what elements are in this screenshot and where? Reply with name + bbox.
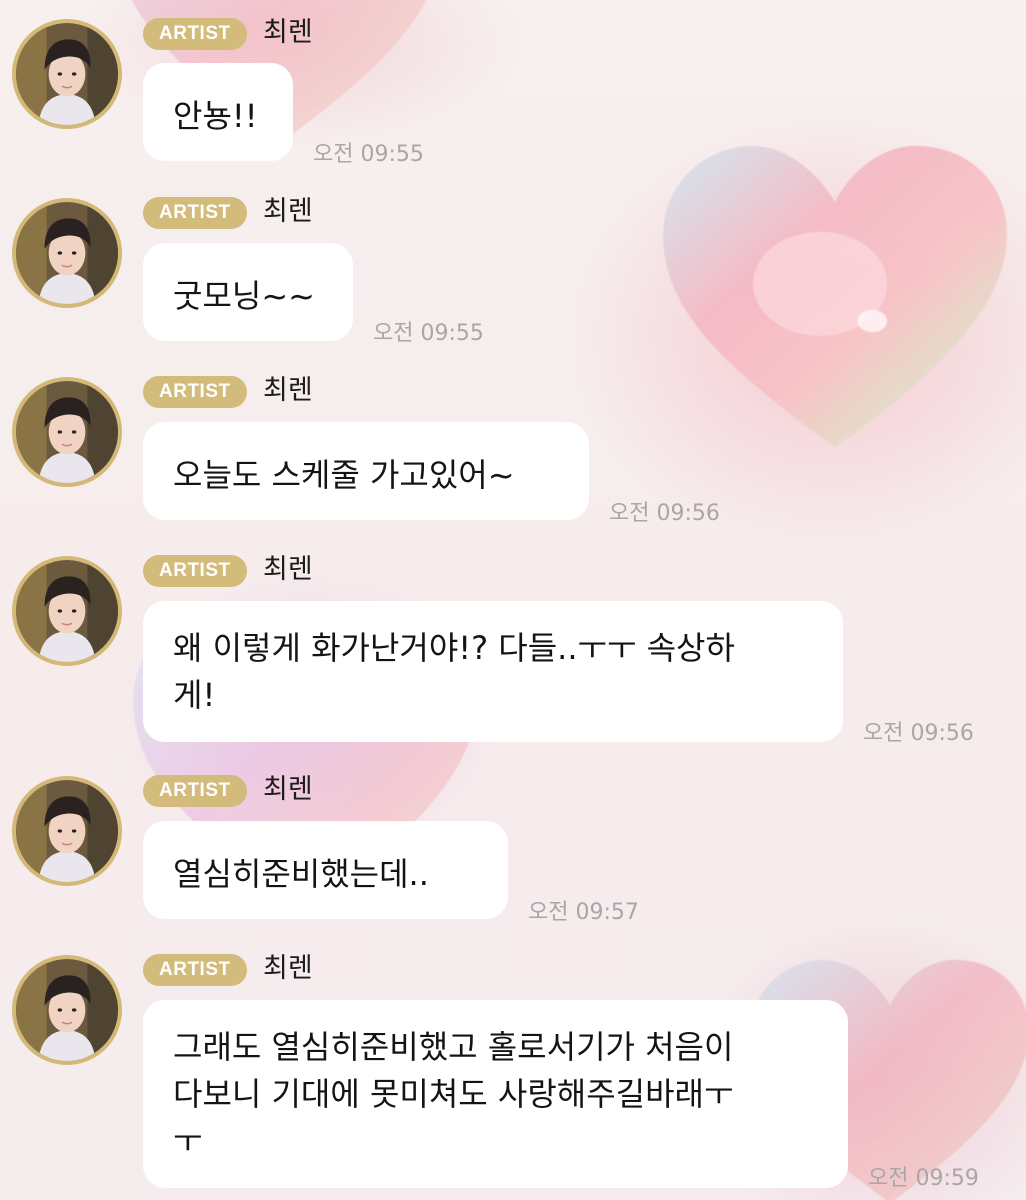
message-bubble[interactable]: 그래도 열심히준비했고 홀로서기가 처음이 다보니 기대에 못미쳐도 사랑해주길… xyxy=(143,1000,848,1188)
message-text: 열심히준비했는데.. xyxy=(173,855,429,893)
artist-avatar-photo xyxy=(16,560,118,662)
message-text: 안뇽!! xyxy=(173,97,258,135)
avatar[interactable] xyxy=(12,377,122,487)
timestamp: 오전 09:56 xyxy=(609,501,720,526)
message-bubble[interactable]: 오늘도 스케줄 가고있어~ xyxy=(143,422,589,520)
artist-avatar-photo xyxy=(16,959,118,1061)
avatar[interactable] xyxy=(12,198,122,308)
message-bubble[interactable]: 왜 이렇게 화가난거야!? 다들..ㅜㅜ 속상하 게! xyxy=(143,601,843,742)
artist-avatar-photo xyxy=(16,23,118,125)
message-text: 다보니 기대에 못미쳐도 사랑해주길바래ㅜ xyxy=(173,1075,734,1113)
message-bubble[interactable]: 열심히준비했는데.. xyxy=(143,821,508,919)
message-text: 왜 이렇게 화가난거야!? 다들..ㅜㅜ 속상하 xyxy=(173,629,735,667)
sender-name: 최렌 xyxy=(263,554,313,585)
timestamp: 오전 09:55 xyxy=(313,142,424,167)
message-text: 그래도 열심히준비했고 홀로서기가 처음이 xyxy=(173,1028,734,1066)
avatar[interactable] xyxy=(12,776,122,886)
avatar[interactable] xyxy=(12,556,122,666)
artist-avatar-photo xyxy=(16,381,118,483)
artist-badge: ARTIST xyxy=(143,954,247,986)
sender-name: 최렌 xyxy=(263,17,313,48)
message-text: ㅜ xyxy=(173,1122,203,1160)
artist-avatar-photo xyxy=(16,202,118,304)
iridescent-heart-icon xyxy=(663,145,1007,448)
message-text: 오늘도 스케줄 가고있어~ xyxy=(173,456,515,494)
sender-name: 최렌 xyxy=(263,375,313,406)
artist-badge: ARTIST xyxy=(143,376,247,408)
timestamp: 오전 09:55 xyxy=(373,321,484,346)
artist-badge: ARTIST xyxy=(143,555,247,587)
timestamp: 오전 09:59 xyxy=(868,1166,979,1191)
timestamp: 오전 09:56 xyxy=(863,721,974,746)
timestamp: 오전 09:57 xyxy=(528,900,639,925)
message-bubble[interactable]: 안뇽!! xyxy=(143,63,293,161)
sender-name: 최렌 xyxy=(263,774,313,805)
sender-name: 최렌 xyxy=(263,196,313,227)
message-text: 게! xyxy=(173,676,216,714)
message-bubble[interactable]: 굿모닝~~ xyxy=(143,243,353,341)
artist-badge: ARTIST xyxy=(143,197,247,229)
avatar[interactable] xyxy=(12,19,122,129)
sender-name: 최렌 xyxy=(263,953,313,984)
message-text: 굿모닝~~ xyxy=(173,277,315,315)
artist-badge: ARTIST xyxy=(143,775,247,807)
artist-badge: ARTIST xyxy=(143,18,247,50)
avatar[interactable] xyxy=(12,955,122,1065)
artist-avatar-photo xyxy=(16,780,118,882)
